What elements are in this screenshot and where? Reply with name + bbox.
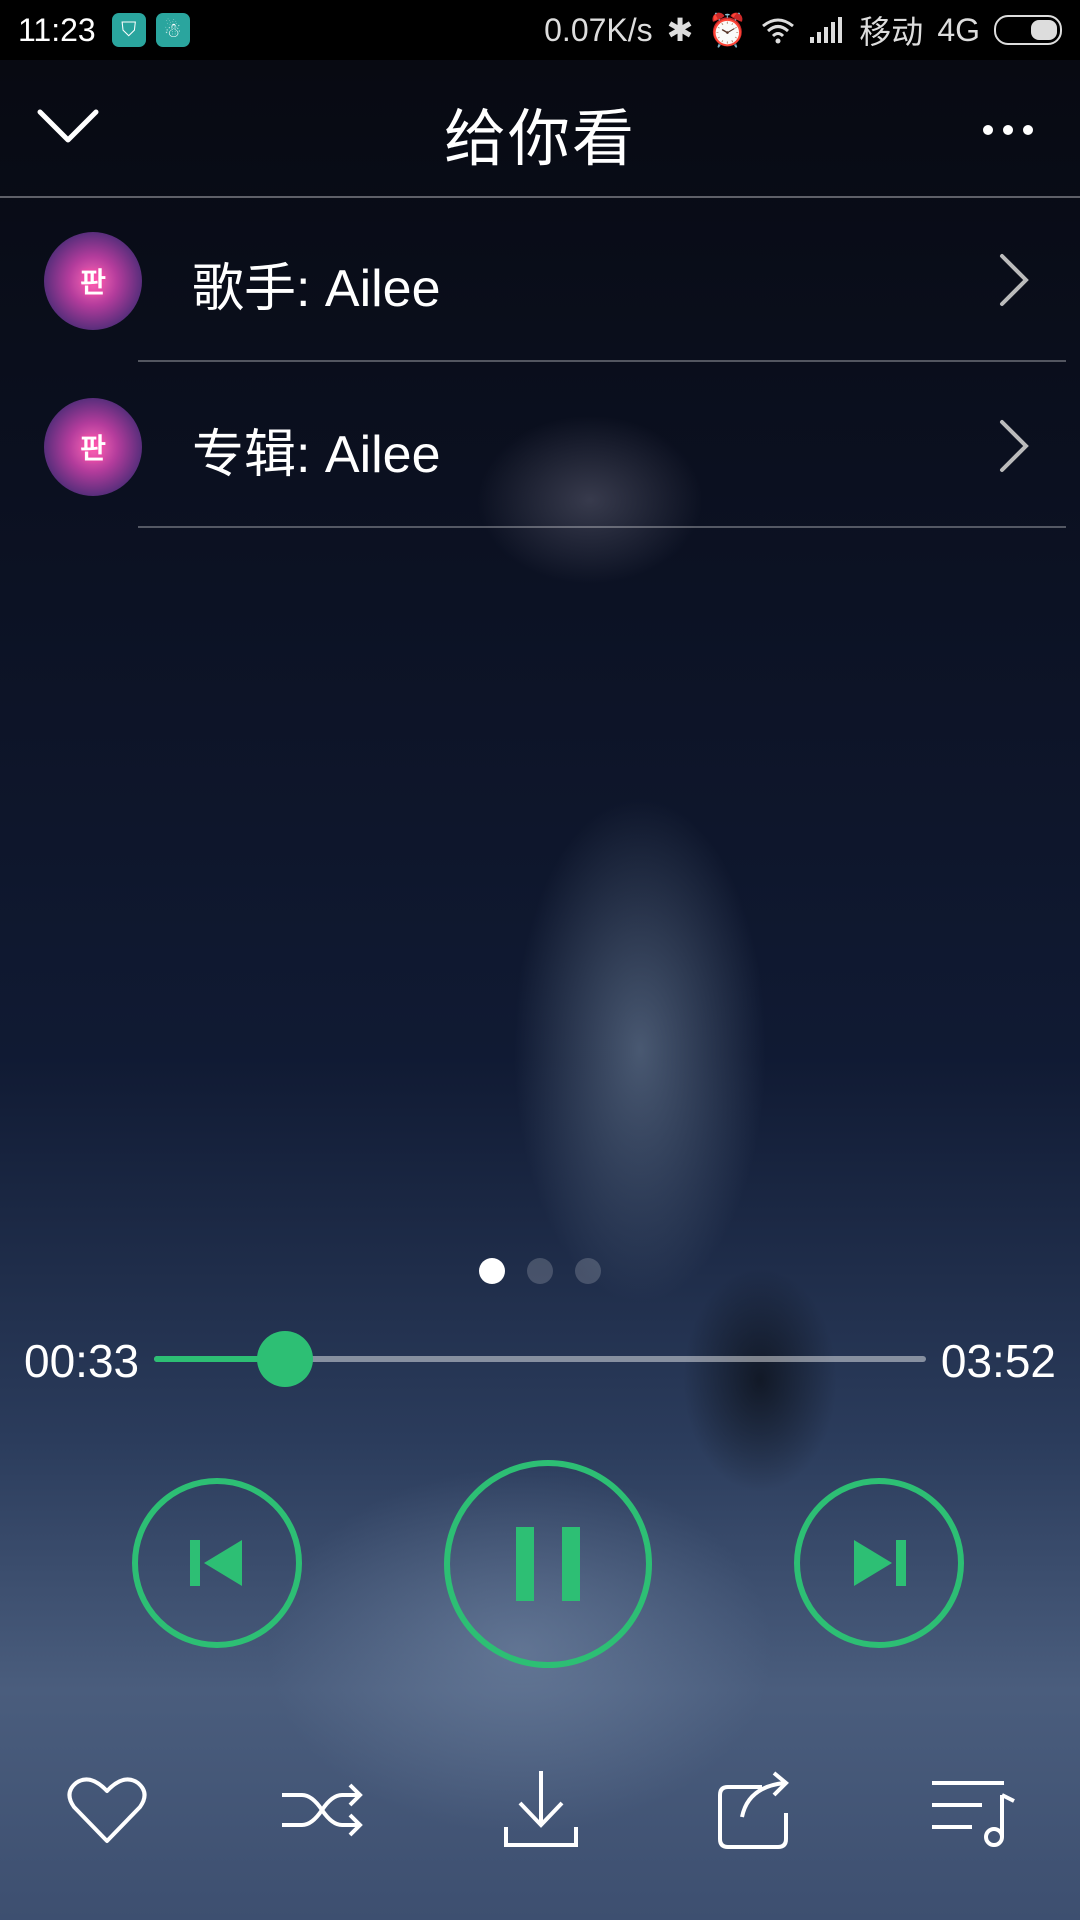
seek-bar-thumb[interactable] [257, 1331, 314, 1387]
chevron-right-icon [1000, 254, 1029, 306]
pause-icon [516, 1527, 580, 1601]
battery-icon [994, 15, 1062, 45]
heart-icon[interactable] [62, 1765, 152, 1855]
total-time: 03:52 [940, 1335, 1056, 1387]
network-type: 4G [937, 11, 980, 48]
album-thumbnail: 판 [44, 398, 142, 496]
bluetooth-icon: ✱ [666, 12, 694, 48]
page-dot [575, 1258, 601, 1284]
current-time: 00:33 [24, 1335, 140, 1387]
song-title: 给你看 [443, 105, 636, 174]
album-row[interactable]: 판 专辑: Ailee [0, 364, 1080, 528]
more-icon[interactable] [980, 120, 1036, 140]
skip-previous-icon [190, 1540, 242, 1586]
shield-app-icon: ⛉ [111, 13, 146, 47]
next-button[interactable] [794, 1478, 964, 1648]
net-speed: 0.07K/s [544, 11, 653, 48]
row-divider [138, 526, 1066, 528]
playback-progress: 00:33 03:52 [0, 1330, 1080, 1390]
signal-icon [810, 17, 843, 43]
album-label: 专辑: Ailee [192, 426, 441, 484]
alarm-icon: ⏰ [707, 12, 748, 48]
page-dot [479, 1258, 505, 1284]
status-bar: 11:23 ⛉ ☃ 0.07K/s ✱ ⏰ 移动 4G [0, 0, 1080, 60]
status-time: 11:23 [18, 11, 96, 48]
seek-bar[interactable] [154, 1331, 926, 1387]
playlist-icon[interactable] [928, 1765, 1018, 1855]
qq-app-icon: ☃ [155, 13, 190, 47]
previous-button[interactable] [132, 1478, 302, 1648]
artist-row[interactable]: 판 歌手: Ailee [0, 198, 1080, 362]
artist-thumbnail: 판 [44, 232, 142, 330]
row-divider [138, 360, 1066, 362]
player-header: 给你看 [0, 60, 1080, 198]
page-indicator [0, 1258, 1080, 1284]
bottom-action-bar [0, 1765, 1080, 1855]
page-dot [527, 1258, 553, 1284]
wifi-icon [762, 18, 795, 44]
chevron-right-icon [1000, 420, 1029, 472]
artist-label: 歌手: Ailee [192, 260, 441, 318]
carrier-name: 移动 [859, 14, 924, 50]
share-icon[interactable] [712, 1765, 802, 1855]
pause-button[interactable] [444, 1460, 652, 1668]
download-icon[interactable] [496, 1765, 586, 1855]
shuffle-icon[interactable] [278, 1765, 368, 1855]
skip-next-icon [854, 1540, 906, 1586]
